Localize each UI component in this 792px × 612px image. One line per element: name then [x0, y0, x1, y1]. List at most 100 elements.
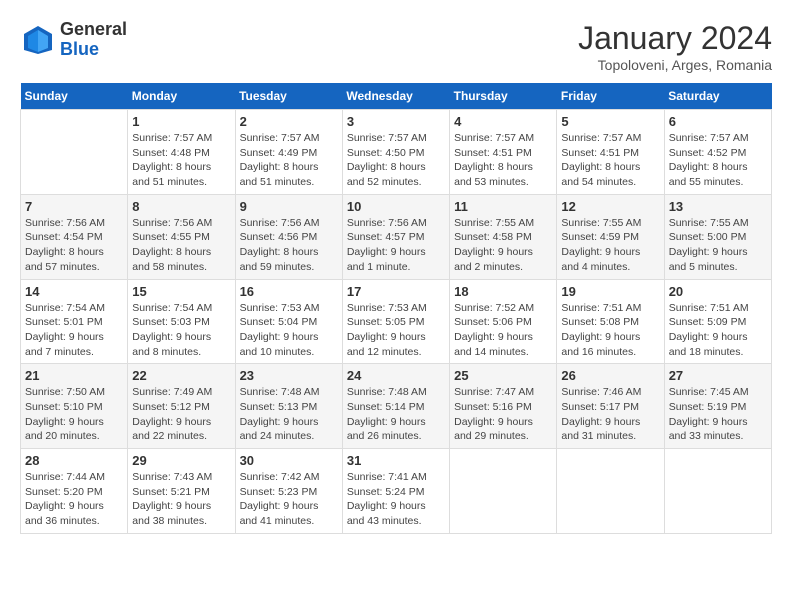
day-number: 28 — [25, 453, 123, 468]
logo: General Blue — [20, 20, 127, 60]
weekday-header-sunday: Sunday — [21, 83, 128, 110]
day-number: 13 — [669, 199, 767, 214]
calendar-cell: 16 Sunrise: 7:53 AM Sunset: 5:04 PM Dayli… — [235, 279, 342, 364]
calendar-cell: 23 Sunrise: 7:48 AM Sunset: 5:13 PM Dayli… — [235, 364, 342, 449]
calendar-cell — [557, 449, 664, 534]
day-number: 21 — [25, 368, 123, 383]
day-info: Sunrise: 7:55 AM Sunset: 5:00 PM Dayligh… — [669, 216, 767, 275]
calendar-cell: 5 Sunrise: 7:57 AM Sunset: 4:51 PM Daylig… — [557, 110, 664, 195]
day-info: Sunrise: 7:51 AM Sunset: 5:08 PM Dayligh… — [561, 301, 659, 360]
calendar-cell: 18 Sunrise: 7:52 AM Sunset: 5:06 PM Dayli… — [450, 279, 557, 364]
calendar-cell: 4 Sunrise: 7:57 AM Sunset: 4:51 PM Daylig… — [450, 110, 557, 195]
calendar-cell: 22 Sunrise: 7:49 AM Sunset: 5:12 PM Dayli… — [128, 364, 235, 449]
calendar-cell: 25 Sunrise: 7:47 AM Sunset: 5:16 PM Dayli… — [450, 364, 557, 449]
day-number: 20 — [669, 284, 767, 299]
day-number: 19 — [561, 284, 659, 299]
day-info: Sunrise: 7:56 AM Sunset: 4:57 PM Dayligh… — [347, 216, 445, 275]
calendar-cell: 10Sunrise: 7:56 AM Sunset: 4:57 PM Dayli… — [342, 194, 449, 279]
month-title: January 2024 — [578, 20, 772, 57]
day-number: 3 — [347, 114, 445, 129]
page-header: General Blue January 2024 Topoloveni, Ar… — [20, 20, 772, 73]
day-info: Sunrise: 7:56 AM Sunset: 4:55 PM Dayligh… — [132, 216, 230, 275]
day-number: 22 — [132, 368, 230, 383]
day-info: Sunrise: 7:48 AM Sunset: 5:13 PM Dayligh… — [240, 385, 338, 444]
calendar-cell: 6 Sunrise: 7:57 AM Sunset: 4:52 PM Daylig… — [664, 110, 771, 195]
location-text: Topoloveni, Arges, Romania — [578, 57, 772, 73]
calendar-cell: 9 Sunrise: 7:56 AM Sunset: 4:56 PM Daylig… — [235, 194, 342, 279]
calendar-cell: 24Sunrise: 7:48 AM Sunset: 5:14 PM Dayli… — [342, 364, 449, 449]
weekday-header-tuesday: Tuesday — [235, 83, 342, 110]
calendar-cell: 30 Sunrise: 7:42 AM Sunset: 5:23 PM Dayli… — [235, 449, 342, 534]
calendar-week-row: 1 Sunrise: 7:57 AM Sunset: 4:48 PM Daylig… — [21, 110, 772, 195]
day-info: Sunrise: 7:43 AM Sunset: 5:21 PM Dayligh… — [132, 470, 230, 529]
calendar-cell: 31 Sunrise: 7:41 AM Sunset: 5:24 PM Dayli… — [342, 449, 449, 534]
day-number: 31 — [347, 453, 445, 468]
day-info: Sunrise: 7:54 AM Sunset: 5:03 PM Dayligh… — [132, 301, 230, 360]
calendar-cell: 12Sunrise: 7:55 AM Sunset: 4:59 PM Dayli… — [557, 194, 664, 279]
day-number: 30 — [240, 453, 338, 468]
day-number: 5 — [561, 114, 659, 129]
calendar-cell — [21, 110, 128, 195]
day-number: 23 — [240, 368, 338, 383]
weekday-header-thursday: Thursday — [450, 83, 557, 110]
day-info: Sunrise: 7:57 AM Sunset: 4:48 PM Dayligh… — [132, 131, 230, 190]
calendar-cell: 15 Sunrise: 7:54 AM Sunset: 5:03 PM Dayli… — [128, 279, 235, 364]
weekday-header-saturday: Saturday — [664, 83, 771, 110]
weekday-header-wednesday: Wednesday — [342, 83, 449, 110]
day-number: 15 — [132, 284, 230, 299]
calendar-week-row: 28 Sunrise: 7:44 AM Sunset: 5:20 PM Dayli… — [21, 449, 772, 534]
day-info: Sunrise: 7:56 AM Sunset: 4:56 PM Dayligh… — [240, 216, 338, 275]
day-info: Sunrise: 7:42 AM Sunset: 5:23 PM Dayligh… — [240, 470, 338, 529]
calendar-cell: 7 Sunrise: 7:56 AM Sunset: 4:54 PM Daylig… — [21, 194, 128, 279]
day-info: Sunrise: 7:44 AM Sunset: 5:20 PM Dayligh… — [25, 470, 123, 529]
weekday-header-monday: Monday — [128, 83, 235, 110]
day-info: Sunrise: 7:57 AM Sunset: 4:51 PM Dayligh… — [561, 131, 659, 190]
day-number: 16 — [240, 284, 338, 299]
day-number: 29 — [132, 453, 230, 468]
day-info: Sunrise: 7:55 AM Sunset: 4:58 PM Dayligh… — [454, 216, 552, 275]
day-number: 1 — [132, 114, 230, 129]
day-number: 7 — [25, 199, 123, 214]
day-number: 27 — [669, 368, 767, 383]
day-number: 6 — [669, 114, 767, 129]
calendar-cell — [450, 449, 557, 534]
calendar-cell — [664, 449, 771, 534]
day-info: Sunrise: 7:51 AM Sunset: 5:09 PM Dayligh… — [669, 301, 767, 360]
day-number: 11 — [454, 199, 552, 214]
day-info: Sunrise: 7:54 AM Sunset: 5:01 PM Dayligh… — [25, 301, 123, 360]
day-info: Sunrise: 7:48 AM Sunset: 5:14 PM Dayligh… — [347, 385, 445, 444]
title-block: January 2024 Topoloveni, Arges, Romania — [578, 20, 772, 73]
logo-icon — [20, 22, 56, 58]
day-number: 9 — [240, 199, 338, 214]
day-info: Sunrise: 7:52 AM Sunset: 5:06 PM Dayligh… — [454, 301, 552, 360]
day-info: Sunrise: 7:49 AM Sunset: 5:12 PM Dayligh… — [132, 385, 230, 444]
day-number: 14 — [25, 284, 123, 299]
calendar-week-row: 21 Sunrise: 7:50 AM Sunset: 5:10 PM Dayli… — [21, 364, 772, 449]
day-info: Sunrise: 7:46 AM Sunset: 5:17 PM Dayligh… — [561, 385, 659, 444]
day-number: 18 — [454, 284, 552, 299]
day-info: Sunrise: 7:41 AM Sunset: 5:24 PM Dayligh… — [347, 470, 445, 529]
day-number: 2 — [240, 114, 338, 129]
calendar-cell: 26 Sunrise: 7:46 AM Sunset: 5:17 PM Dayli… — [557, 364, 664, 449]
calendar-cell: 13 Sunrise: 7:55 AM Sunset: 5:00 PM Dayli… — [664, 194, 771, 279]
logo-general-text: General — [60, 20, 127, 40]
day-number: 25 — [454, 368, 552, 383]
calendar-week-row: 7 Sunrise: 7:56 AM Sunset: 4:54 PM Daylig… — [21, 194, 772, 279]
day-number: 12 — [561, 199, 659, 214]
logo-text: General Blue — [60, 20, 127, 60]
day-info: Sunrise: 7:56 AM Sunset: 4:54 PM Dayligh… — [25, 216, 123, 275]
calendar-cell: 1 Sunrise: 7:57 AM Sunset: 4:48 PM Daylig… — [128, 110, 235, 195]
day-info: Sunrise: 7:57 AM Sunset: 4:52 PM Dayligh… — [669, 131, 767, 190]
day-info: Sunrise: 7:57 AM Sunset: 4:50 PM Dayligh… — [347, 131, 445, 190]
calendar-table: SundayMondayTuesdayWednesdayThursdayFrid… — [20, 83, 772, 534]
day-info: Sunrise: 7:50 AM Sunset: 5:10 PM Dayligh… — [25, 385, 123, 444]
day-number: 26 — [561, 368, 659, 383]
logo-blue-text: Blue — [60, 40, 127, 60]
calendar-cell: 19 Sunrise: 7:51 AM Sunset: 5:08 PM Dayli… — [557, 279, 664, 364]
calendar-cell: 29 Sunrise: 7:43 AM Sunset: 5:21 PM Dayli… — [128, 449, 235, 534]
day-info: Sunrise: 7:47 AM Sunset: 5:16 PM Dayligh… — [454, 385, 552, 444]
day-info: Sunrise: 7:57 AM Sunset: 4:51 PM Dayligh… — [454, 131, 552, 190]
calendar-cell: 14 Sunrise: 7:54 AM Sunset: 5:01 PM Dayli… — [21, 279, 128, 364]
day-info: Sunrise: 7:53 AM Sunset: 5:04 PM Dayligh… — [240, 301, 338, 360]
day-number: 4 — [454, 114, 552, 129]
